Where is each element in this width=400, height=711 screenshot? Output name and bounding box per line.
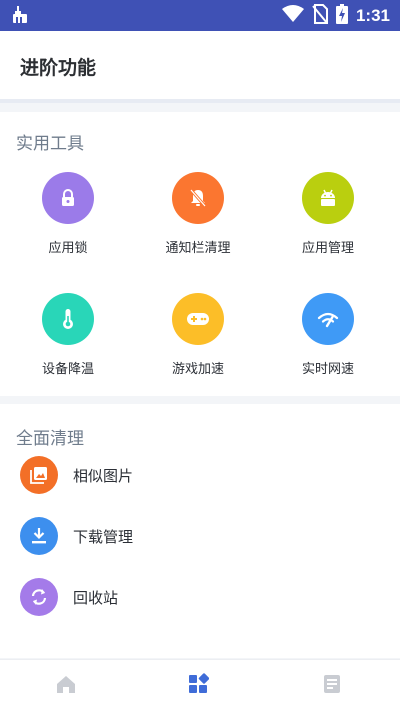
tool-app-manager[interactable]: 应用管理: [268, 172, 388, 256]
tool-app-lock[interactable]: 应用锁: [8, 172, 128, 256]
clean-item-label: 回收站: [73, 588, 119, 607]
nav-features[interactable]: [186, 673, 210, 699]
page-title: 进阶功能: [20, 57, 97, 79]
clean-section-title: 全面清理: [16, 429, 84, 449]
status-time: 1:31: [355, 6, 390, 25]
list-icon: [321, 673, 343, 699]
battery-charging-icon: [335, 4, 348, 28]
recycle-icon: [20, 578, 58, 616]
tool-label: 实时网速: [301, 362, 354, 377]
tools-section-title: 实用工具: [16, 134, 84, 154]
no-sim-icon: [312, 4, 328, 28]
tool-device-cooling[interactable]: 设备降温: [8, 293, 128, 377]
clean-item-label: 下载管理: [73, 527, 134, 546]
wifi-icon: [281, 5, 304, 27]
clean-item-label: 相似图片: [73, 466, 134, 485]
images-icon: [20, 456, 58, 494]
clean-similar-images[interactable]: 相似图片: [20, 456, 133, 494]
nav-home[interactable]: [54, 674, 78, 698]
lock-icon: [42, 172, 94, 224]
status-bar: 1:31: [0, 0, 400, 31]
tool-label: 通知栏清理: [165, 241, 231, 256]
wifi-speed-icon: [302, 293, 354, 345]
download-icon: [20, 517, 58, 555]
tools-card: 实用工具 应用锁 通知栏清理 应用管理 设备降温 游戏加速 实时网速: [0, 112, 400, 396]
cleaner-notification-icon: [12, 6, 28, 28]
tool-label: 应用管理: [301, 241, 354, 256]
thermometer-icon: [42, 293, 94, 345]
home-icon: [55, 673, 77, 699]
app-header: 进阶功能: [0, 31, 400, 103]
gamepad-icon: [172, 293, 224, 345]
grid-icon: [187, 673, 210, 699]
bottom-nav: [0, 659, 400, 711]
tool-label: 设备降温: [41, 362, 94, 377]
tool-notification-clean[interactable]: 通知栏清理: [138, 172, 258, 256]
tool-network-speed[interactable]: 实时网速: [268, 293, 388, 377]
bell-off-icon: [172, 172, 224, 224]
nav-list[interactable]: [320, 674, 344, 698]
tool-game-boost[interactable]: 游戏加速: [138, 293, 258, 377]
tool-label: 应用锁: [48, 241, 88, 256]
clean-recycle-bin[interactable]: 回收站: [20, 578, 118, 616]
clean-card: 全面清理 相似图片 下载管理 回收站: [0, 404, 400, 658]
tool-label: 游戏加速: [171, 362, 224, 377]
android-icon: [302, 172, 354, 224]
clean-download-manager[interactable]: 下载管理: [20, 517, 133, 555]
